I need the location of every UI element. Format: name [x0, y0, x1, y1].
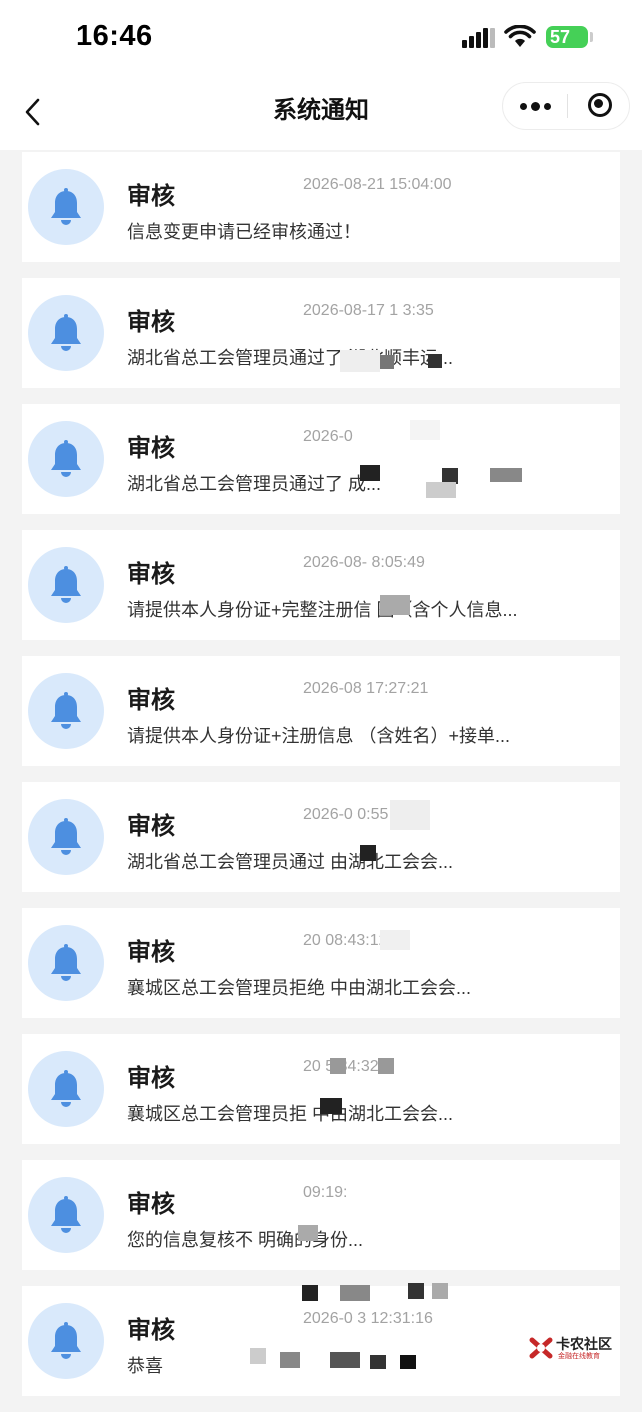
watermark-logo: 卡农社区 金融在线教育	[528, 1333, 612, 1363]
notification-time: 09:19:	[303, 1184, 348, 1201]
notification-title: 审核	[127, 183, 175, 210]
notification-list: 审核 2026-08-21 15:04:00 信息变更申请已经审核通过！ 审核 …	[22, 152, 620, 1412]
notification-message: 襄城区总工会管理员拒绝 中由湖北工会会...	[127, 978, 472, 998]
notification-card[interactable]: 审核 2026-0 湖北省总工会管理员通过了 成...	[22, 404, 620, 514]
notification-title: 审核	[127, 1065, 175, 1092]
battery-indicator: 57	[546, 26, 588, 48]
notification-title: 审核	[127, 309, 175, 336]
notification-card[interactable]: 审核 2026-08- 8:05:49 请提供本人身份证+完整注册信 图（含个人…	[22, 530, 620, 640]
notification-message: 湖北省总工会管理员通过了 湖北顺丰运...	[127, 348, 454, 368]
cellular-signal-icon	[462, 28, 496, 48]
wifi-icon	[504, 24, 536, 49]
notification-title: 审核	[127, 561, 175, 588]
bell-icon	[28, 169, 104, 245]
notification-message: 湖北省总工会管理员通过 由湖北工会会...	[127, 852, 454, 872]
bell-icon	[28, 1051, 104, 1127]
notification-time: 20 08:43:12	[303, 932, 388, 949]
notification-message: 襄城区总工会管理员拒 中由湖北工会会...	[127, 1104, 454, 1124]
notification-card[interactable]: 审核 2026-0 0:55 湖北省总工会管理员通过 由湖北工会会...	[22, 782, 620, 892]
more-button[interactable]	[503, 83, 567, 129]
notification-card[interactable]: 审核 2026-08 17:27:21 请提供本人身份证+注册信息 （含姓名）+…	[22, 656, 620, 766]
status-bar: 16:46 57	[0, 0, 642, 78]
notification-message: 请提供本人身份证+注册信息 （含姓名）+接单...	[127, 726, 511, 746]
notification-title: 审核	[127, 1191, 175, 1218]
bell-icon	[28, 1177, 104, 1253]
notification-message: 您的信息复核不 明确的身份...	[127, 1230, 364, 1250]
notification-card[interactable]: 审核 20 08:43:12 襄城区总工会管理员拒绝 中由湖北工会会...	[22, 908, 620, 1018]
mini-program-capsule	[502, 82, 630, 130]
notification-time: 2026-0	[303, 428, 353, 445]
notification-card[interactable]: 审核 09:19: 您的信息复核不 明确的身份...	[22, 1160, 620, 1270]
notification-message: 恭喜	[127, 1356, 163, 1376]
bell-icon	[28, 295, 104, 371]
battery-tip	[590, 32, 593, 42]
bell-icon	[28, 799, 104, 875]
notification-time: 2026-08-17 1 3:35	[303, 302, 434, 319]
bell-icon	[28, 1303, 104, 1379]
notification-card[interactable]: 审核 2026-08-21 15:04:00 信息变更申请已经审核通过！	[22, 152, 620, 262]
notification-message: 信息变更申请已经审核通过！	[127, 222, 361, 242]
bell-icon	[28, 421, 104, 497]
notification-title: 审核	[127, 939, 175, 966]
notification-time: 2026-0 3 12:31:16	[303, 1310, 433, 1327]
bell-icon	[28, 925, 104, 1001]
watermark-tagline: 金融在线教育	[558, 1353, 600, 1360]
notification-card[interactable]: 审核 20 5:34:32 襄城区总工会管理员拒 中由湖北工会会...	[22, 1034, 620, 1144]
nav-bar: 系统通知	[0, 78, 642, 150]
close-button[interactable]	[568, 83, 630, 129]
notification-time: 2026-08 17:27:21	[303, 680, 429, 697]
notification-card[interactable]: 审核 2026-08-17 1 3:35 湖北省总工会管理员通过了 湖北顺丰运.…	[22, 278, 620, 388]
notification-message: 请提供本人身份证+完整注册信 图（含个人信息...	[127, 600, 518, 620]
notification-time: 2026-0 0:55	[303, 806, 389, 823]
notification-time: 2026-08- 8:05:49	[303, 554, 425, 571]
bell-icon	[28, 673, 104, 749]
bell-icon	[28, 547, 104, 623]
notification-title: 审核	[127, 687, 175, 714]
watermark-icon	[529, 1337, 553, 1359]
notification-time: 2026-08-21 15:04:00	[303, 176, 452, 193]
notification-title: 审核	[127, 813, 175, 840]
notification-message: 湖北省总工会管理员通过了 成...	[127, 474, 382, 494]
notification-title: 审核	[127, 435, 175, 462]
notification-title: 审核	[127, 1317, 175, 1344]
status-time: 16:46	[76, 20, 153, 52]
notification-time: 20 5:34:32	[303, 1058, 379, 1075]
